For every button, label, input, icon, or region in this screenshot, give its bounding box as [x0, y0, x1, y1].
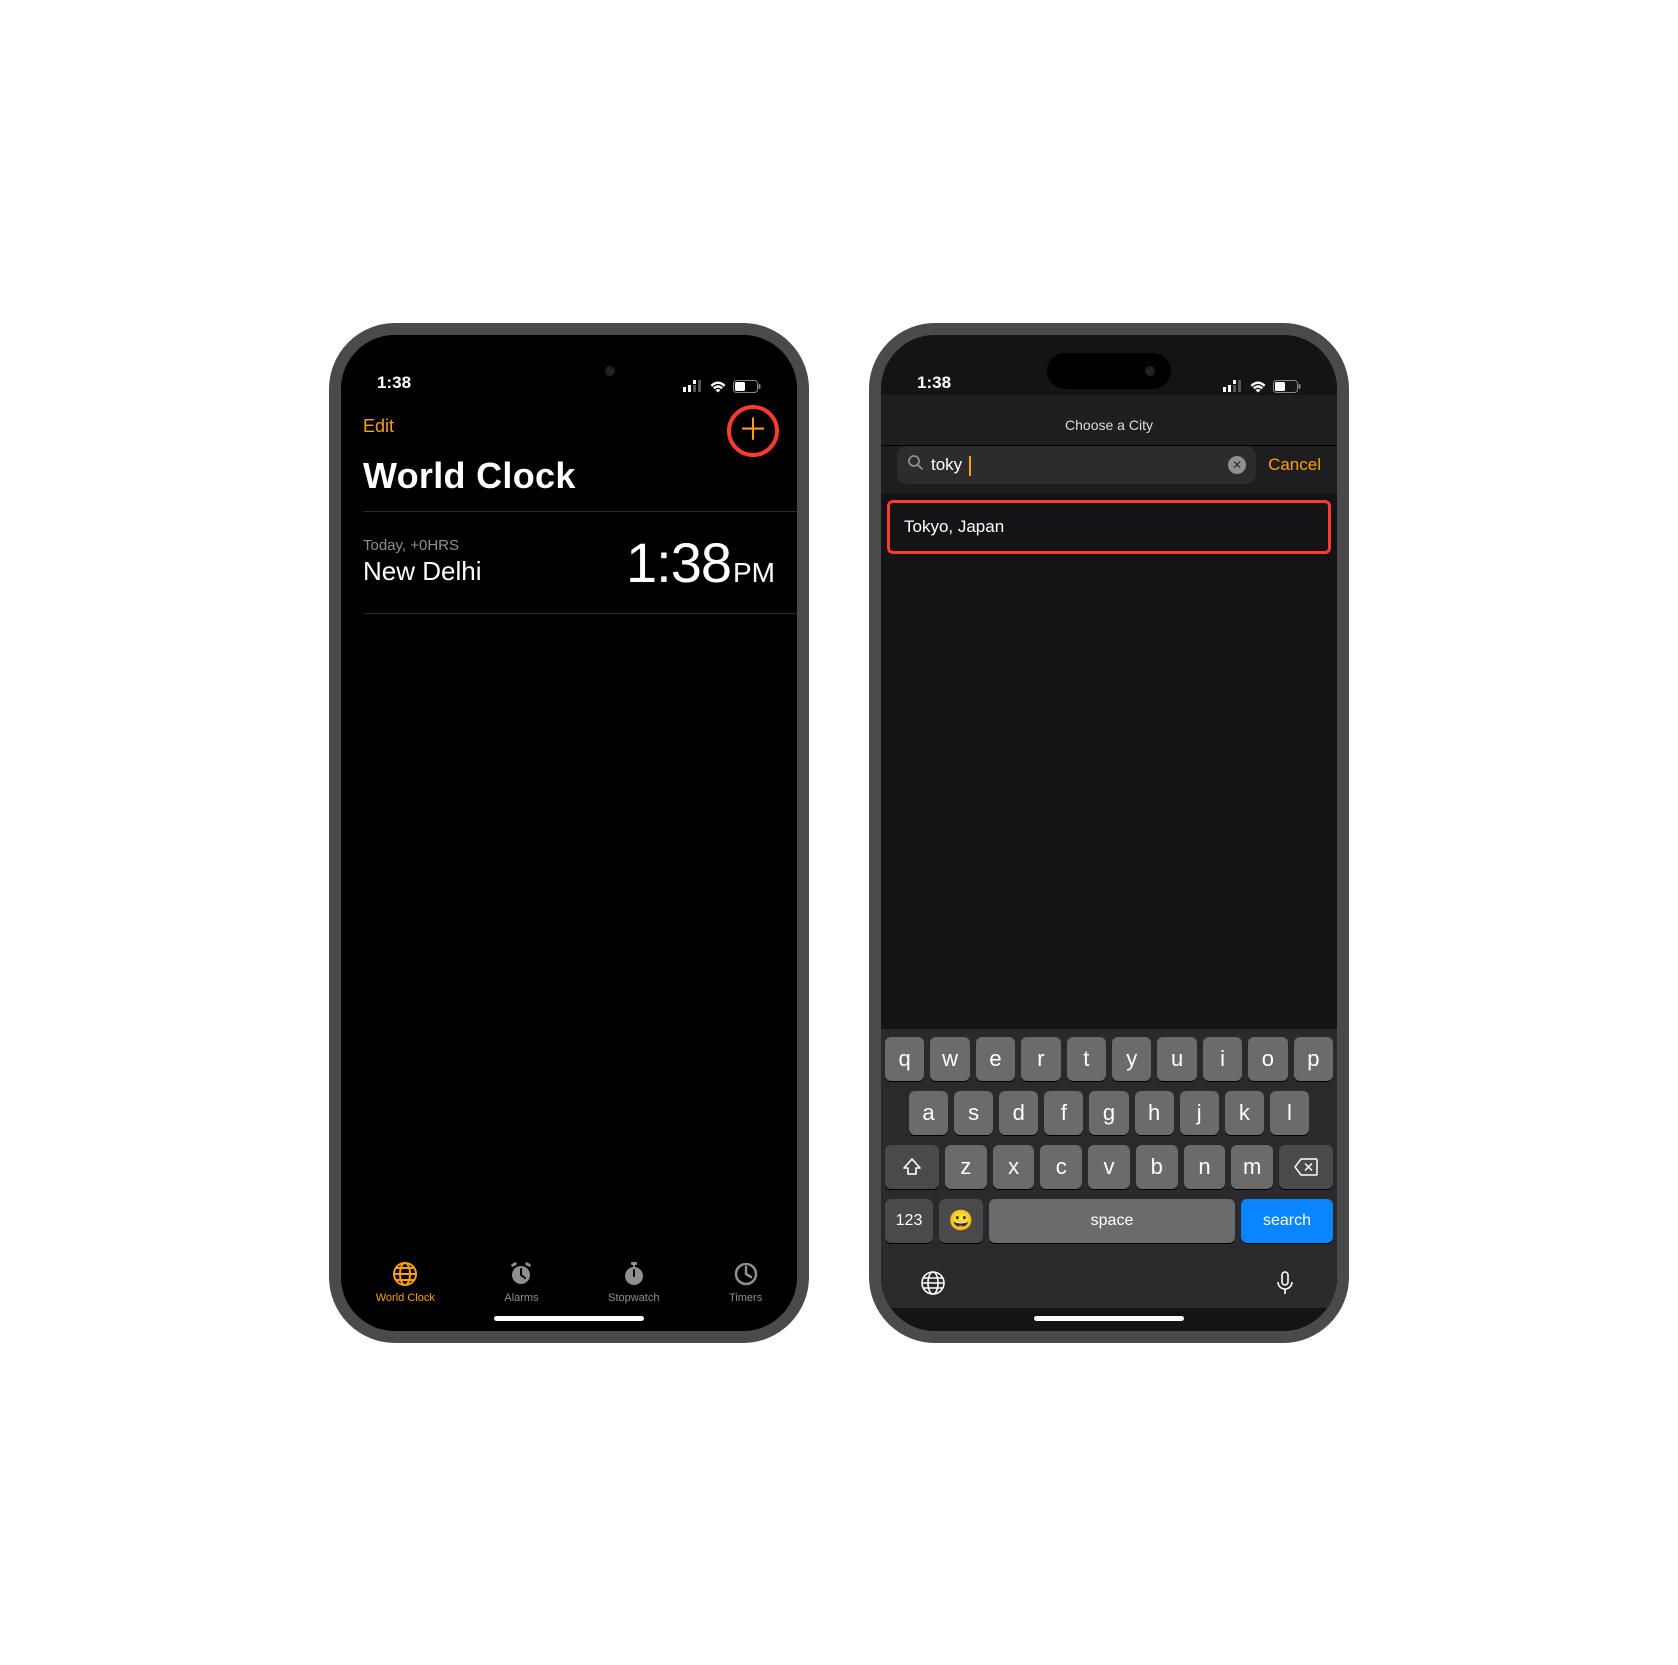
phone-choose-city: 1:38 Choose a City ✕	[869, 323, 1349, 1343]
keyboard-row-1: q w e r t y u i o p	[885, 1037, 1333, 1081]
dynamic-island	[1047, 353, 1171, 389]
text-cursor	[969, 456, 971, 476]
tab-label: Timers	[729, 1292, 762, 1304]
stopwatch-icon	[620, 1260, 648, 1288]
dynamic-island	[507, 353, 631, 389]
key-f[interactable]: f	[1044, 1091, 1083, 1135]
globe-icon	[391, 1260, 419, 1288]
edit-button[interactable]: Edit	[363, 416, 394, 437]
tab-stopwatch[interactable]: Stopwatch	[608, 1260, 659, 1304]
tab-label: World Clock	[376, 1292, 435, 1304]
key-numbers[interactable]: 123	[885, 1199, 933, 1243]
cancel-button[interactable]: Cancel	[1268, 455, 1321, 475]
city-row[interactable]: Today, +0HRS New Delhi 1:38 PM	[341, 512, 797, 613]
page-title: World Clock	[341, 447, 797, 511]
key-search[interactable]: search	[1241, 1199, 1333, 1243]
city-time: 1:38	[626, 530, 731, 595]
key-l[interactable]: l	[1270, 1091, 1309, 1135]
key-j[interactable]: j	[1180, 1091, 1219, 1135]
home-indicator[interactable]	[1034, 1316, 1184, 1321]
key-h[interactable]: h	[1135, 1091, 1174, 1135]
search-result[interactable]: Tokyo, Japan	[890, 503, 1328, 551]
key-d[interactable]: d	[999, 1091, 1038, 1135]
key-t[interactable]: t	[1067, 1037, 1106, 1081]
cellular-icon	[683, 380, 703, 392]
key-c[interactable]: c	[1040, 1145, 1082, 1189]
key-m[interactable]: m	[1231, 1145, 1273, 1189]
keyboard-row-4: 123 😀 space search	[885, 1199, 1333, 1243]
key-q[interactable]: q	[885, 1037, 924, 1081]
key-shift[interactable]	[885, 1145, 939, 1189]
key-a[interactable]: a	[909, 1091, 948, 1135]
key-i[interactable]: i	[1203, 1037, 1242, 1081]
wifi-icon	[1249, 380, 1267, 393]
city-offset-label: Today, +0HRS	[363, 537, 482, 554]
modal-title: Choose a City	[881, 395, 1337, 446]
key-z[interactable]: z	[945, 1145, 987, 1189]
key-s[interactable]: s	[954, 1091, 993, 1135]
search-input[interactable]	[929, 454, 1222, 476]
city-ampm: PM	[733, 557, 775, 589]
phone-world-clock: 1:38 Edit ＋ World Clock Tod	[329, 323, 809, 1343]
key-o[interactable]: o	[1248, 1037, 1287, 1081]
backspace-icon	[1294, 1158, 1318, 1176]
key-space[interactable]: space	[989, 1199, 1235, 1243]
dictation-button[interactable]	[1271, 1269, 1299, 1302]
shift-icon	[902, 1157, 922, 1177]
battery-icon	[1273, 380, 1301, 393]
clear-search-button[interactable]: ✕	[1228, 456, 1246, 474]
status-time: 1:38	[377, 373, 411, 393]
city-name: New Delhi	[363, 554, 482, 587]
globe-icon	[919, 1269, 947, 1297]
key-g[interactable]: g	[1089, 1091, 1128, 1135]
tab-label: Alarms	[504, 1292, 538, 1304]
key-u[interactable]: u	[1157, 1037, 1196, 1081]
add-button-highlight: ＋	[727, 405, 779, 457]
key-b[interactable]: b	[1136, 1145, 1178, 1189]
tab-label: Stopwatch	[608, 1292, 659, 1304]
search-field[interactable]: ✕	[897, 446, 1256, 484]
keyboard: q w e r t y u i o p a s d f g h j k l	[881, 1029, 1337, 1308]
key-y[interactable]: y	[1112, 1037, 1151, 1081]
tab-alarms[interactable]: Alarms	[504, 1260, 538, 1304]
key-e[interactable]: e	[976, 1037, 1015, 1081]
wifi-icon	[709, 380, 727, 393]
emoji-icon: 😀	[949, 1208, 974, 1233]
mic-icon	[1271, 1269, 1299, 1297]
tab-bar: World Clock Alarms Stopwatch Timers	[341, 1250, 797, 1308]
key-v[interactable]: v	[1088, 1145, 1130, 1189]
key-p[interactable]: p	[1294, 1037, 1333, 1081]
key-n[interactable]: n	[1184, 1145, 1226, 1189]
key-x[interactable]: x	[993, 1145, 1035, 1189]
key-emoji[interactable]: 😀	[939, 1199, 983, 1243]
status-time: 1:38	[917, 373, 951, 393]
search-icon	[907, 454, 923, 475]
key-k[interactable]: k	[1225, 1091, 1264, 1135]
alarm-icon	[507, 1260, 535, 1288]
tab-world-clock[interactable]: World Clock	[376, 1260, 435, 1304]
globe-switch-button[interactable]	[919, 1269, 947, 1302]
key-r[interactable]: r	[1021, 1037, 1060, 1081]
key-backspace[interactable]	[1279, 1145, 1333, 1189]
home-indicator[interactable]	[494, 1316, 644, 1321]
cellular-icon	[1223, 380, 1243, 392]
timer-icon	[732, 1260, 760, 1288]
result-highlight: Tokyo, Japan	[887, 500, 1331, 554]
keyboard-row-2: a s d f g h j k l	[885, 1091, 1333, 1135]
battery-icon	[733, 380, 761, 393]
key-w[interactable]: w	[930, 1037, 969, 1081]
tab-timers[interactable]: Timers	[729, 1260, 762, 1304]
keyboard-row-3: z x c v b n m	[885, 1145, 1333, 1189]
